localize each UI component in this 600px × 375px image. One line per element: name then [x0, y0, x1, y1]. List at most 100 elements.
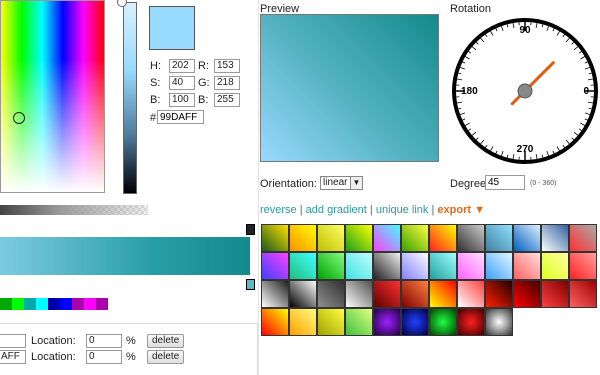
palette-swatch[interactable] — [60, 298, 72, 310]
preset-gradient-thumb[interactable] — [485, 308, 513, 336]
stop-location-label: Location: — [31, 335, 76, 347]
preset-gradient-thumb[interactable] — [513, 224, 541, 252]
preset-gradient-thumb[interactable] — [569, 280, 597, 308]
palette-swatch[interactable] — [12, 298, 24, 310]
preset-gradient-thumb[interactable] — [345, 224, 373, 252]
color-picker-marker[interactable] — [13, 112, 25, 124]
rgb-input[interactable]: 218 — [214, 76, 240, 90]
export-dropdown-icon[interactable]: ▼ — [474, 204, 485, 216]
preset-gradient-thumb[interactable] — [429, 252, 457, 280]
preset-gradient-thumb[interactable] — [401, 280, 429, 308]
opacity-strip[interactable] — [0, 205, 148, 215]
preset-gradient-thumb[interactable] — [429, 308, 457, 336]
rgb-label: B: — [198, 94, 209, 106]
color-swatch — [149, 6, 195, 50]
delete-stop-button[interactable]: delete — [147, 350, 185, 364]
preset-gradient-thumb[interactable] — [373, 308, 401, 336]
hex-hash-label: # — [150, 112, 157, 124]
preset-gradient-thumb[interactable] — [429, 280, 457, 308]
stop-location-input[interactable]: 0 — [86, 350, 122, 364]
preset-gradient-thumb[interactable] — [485, 252, 513, 280]
degree-label: Degree — [450, 178, 487, 190]
rotation-dial[interactable]: 90 0 270 180 — [451, 17, 599, 165]
preset-gradient-thumb[interactable] — [289, 280, 317, 308]
palette-swatch[interactable] — [0, 298, 12, 310]
hsb-input[interactable]: 202 — [169, 59, 195, 73]
orientation-label: Orientation: — [260, 178, 317, 190]
preset-gradient-thumb[interactable] — [317, 280, 345, 308]
preset-gradient-thumb[interactable] — [541, 252, 569, 280]
hex-input[interactable] — [157, 110, 204, 124]
preset-gradient-thumb[interactable] — [513, 252, 541, 280]
preset-gradient-thumb[interactable] — [569, 224, 597, 252]
palette-swatch[interactable] — [84, 298, 96, 310]
palette-swatch[interactable] — [96, 298, 108, 310]
hsb-input[interactable]: 40 — [169, 76, 195, 90]
preset-gradient-thumb[interactable] — [485, 280, 513, 308]
preset-gradient-thumb[interactable] — [289, 252, 317, 280]
orientation-select[interactable]: linear ▼ — [320, 176, 363, 190]
preset-gradient-thumb[interactable] — [429, 224, 457, 252]
palette-swatch[interactable] — [36, 298, 48, 310]
stop-location-label: Location: — [31, 351, 76, 363]
preset-gradient-thumb[interactable] — [457, 280, 485, 308]
action-links: reverse | add gradient | unique link | e… — [260, 204, 485, 216]
preset-gradient-thumb[interactable] — [513, 280, 541, 308]
reverse-link[interactable]: reverse — [260, 204, 297, 216]
color-field[interactable] — [0, 0, 105, 193]
rgb-label: G: — [198, 77, 210, 89]
stop-unit-label: % — [126, 335, 136, 347]
stop-color-input[interactable]: AFF — [0, 350, 26, 364]
preset-gradient-thumb[interactable] — [317, 224, 345, 252]
preset-gradient-thumb[interactable] — [373, 280, 401, 308]
gradient-stop-marker-bottom[interactable] — [246, 279, 255, 290]
rgb-input[interactable]: 153 — [214, 59, 240, 73]
dial-hub — [517, 83, 533, 99]
preset-gradient-thumb[interactable] — [457, 308, 485, 336]
preset-gradient-thumb[interactable] — [401, 224, 429, 252]
preset-gradient-thumb[interactable] — [289, 224, 317, 252]
link-separator: | — [431, 204, 435, 216]
preset-gradient-thumb[interactable] — [457, 252, 485, 280]
preset-gradient-thumb[interactable] — [261, 252, 289, 280]
degree-input[interactable] — [485, 175, 525, 190]
stops-panel: Location: 0% delete AFF Location: 0% delete — [0, 323, 258, 375]
preset-gradient-thumb[interactable] — [373, 252, 401, 280]
palette-swatch[interactable] — [72, 298, 84, 310]
stop-color-input[interactable] — [0, 334, 26, 348]
panel-divider — [258, 0, 259, 375]
preset-gradient-thumb[interactable] — [541, 280, 569, 308]
link-separator: | — [299, 204, 303, 216]
preset-gradient-thumb[interactable] — [345, 280, 373, 308]
preset-gradient-thumb[interactable] — [401, 252, 429, 280]
preset-gradient-thumb[interactable] — [261, 280, 289, 308]
preset-gradient-thumb[interactable] — [261, 224, 289, 252]
preset-gradient-thumb[interactable] — [541, 224, 569, 252]
preset-gradient-thumb[interactable] — [569, 252, 597, 280]
rotation-title: Rotation — [450, 3, 491, 15]
gradient-stop-marker-top[interactable] — [246, 224, 255, 235]
preset-gradient-thumb[interactable] — [457, 224, 485, 252]
preset-gradient-thumb[interactable] — [485, 224, 513, 252]
export-link[interactable]: export — [437, 204, 471, 216]
stop-location-input[interactable]: 0 — [86, 334, 122, 348]
preset-gradient-thumb[interactable] — [401, 308, 429, 336]
brightness-slider[interactable] — [123, 2, 137, 194]
preset-gradient-thumb[interactable] — [317, 308, 345, 336]
unique-link-link[interactable]: unique link — [376, 204, 429, 216]
hsb-label: B: — [150, 94, 161, 106]
hsb-label: S: — [150, 77, 161, 89]
delete-stop-button[interactable]: delete — [147, 334, 185, 348]
preset-gradient-thumb[interactable] — [345, 252, 373, 280]
hsb-input[interactable]: 100 — [169, 93, 195, 107]
preset-gradient-thumb[interactable] — [289, 308, 317, 336]
preset-gradient-thumb[interactable] — [261, 308, 289, 336]
rgb-input[interactable]: 255 — [214, 93, 240, 107]
preset-gradient-thumb[interactable] — [345, 308, 373, 336]
gradient-bar[interactable] — [0, 237, 250, 275]
palette-swatch[interactable] — [24, 298, 36, 310]
palette-swatch[interactable] — [48, 298, 60, 310]
preset-gradient-thumb[interactable] — [317, 252, 345, 280]
preset-gradient-thumb[interactable] — [373, 224, 401, 252]
add-gradient-link[interactable]: add gradient — [306, 204, 367, 216]
